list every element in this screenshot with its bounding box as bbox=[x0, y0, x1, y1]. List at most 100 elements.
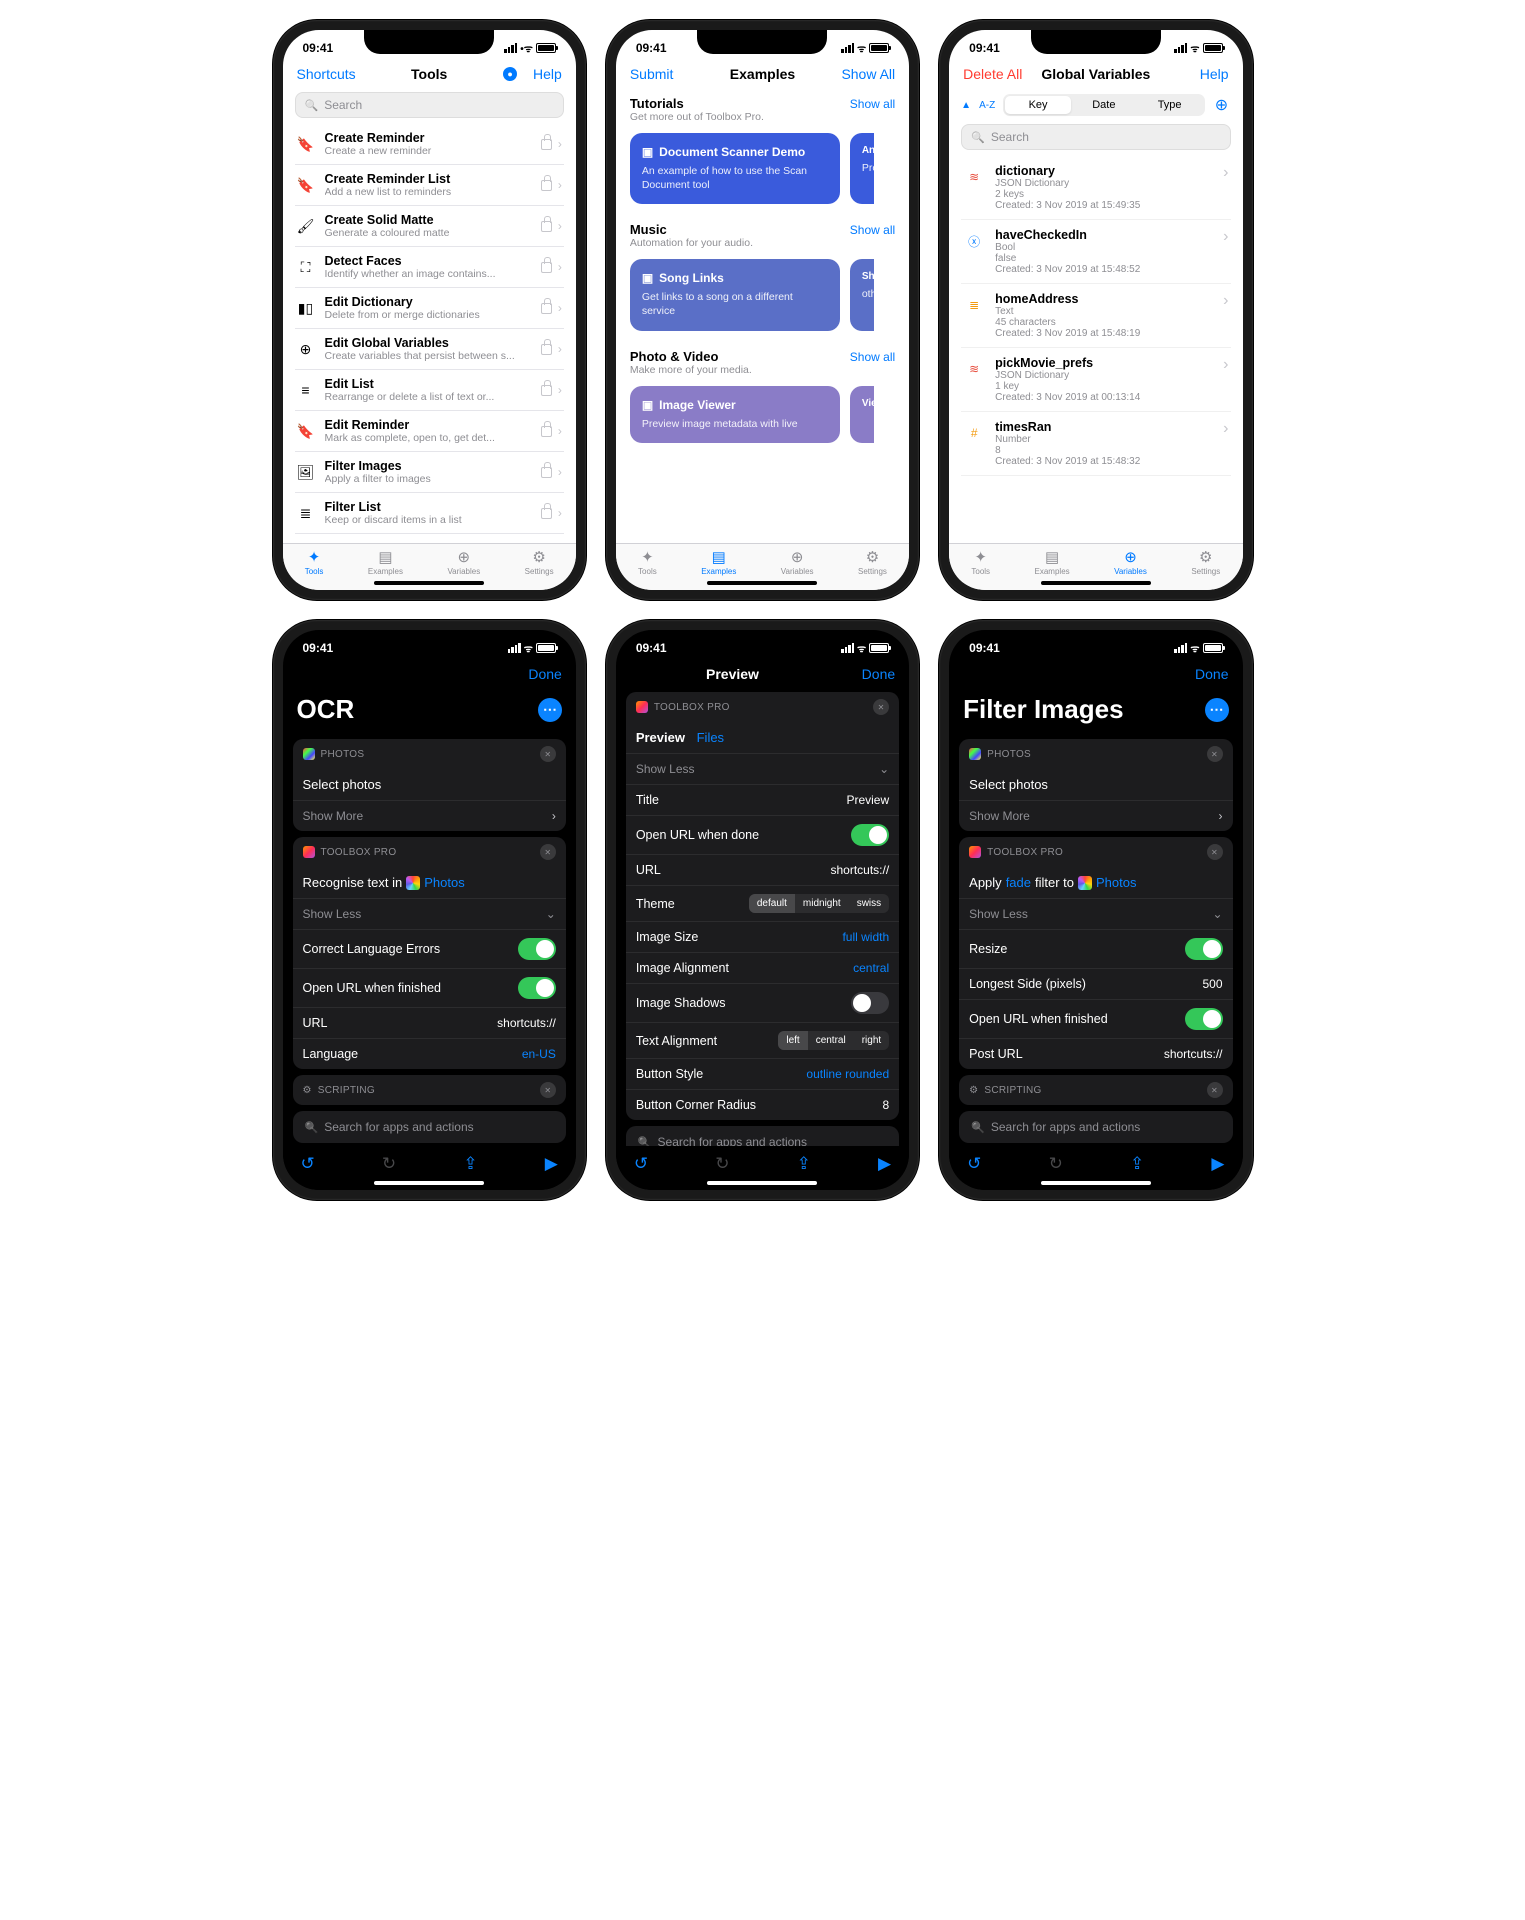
example-card[interactable]: ▣ Song Links Get links to a song on a di… bbox=[630, 259, 840, 330]
show-all-link[interactable]: Show all bbox=[850, 223, 895, 237]
share-icon[interactable]: ⇪ bbox=[797, 1154, 811, 1174]
variable-row[interactable]: ≋ pickMovie_prefsJSON Dictionary1 keyCre… bbox=[961, 348, 1230, 412]
remove-icon[interactable]: ✕ bbox=[540, 746, 556, 762]
variable-row[interactable]: ≋ dictionaryJSON Dictionary2 keysCreated… bbox=[961, 156, 1230, 220]
seg-type[interactable]: Type bbox=[1137, 96, 1203, 114]
remove-icon[interactable]: ✕ bbox=[1207, 746, 1223, 762]
language-row[interactable]: Languageen-US bbox=[293, 1038, 566, 1069]
variable-row[interactable]: ⓧ haveCheckedInBoolfalseCreated: 3 Nov 2… bbox=[961, 220, 1230, 284]
tool-row[interactable]: ≣ Filter ListKeep or discard items in a … bbox=[295, 493, 564, 534]
play-icon[interactable]: ▶ bbox=[1211, 1154, 1224, 1174]
show-less-row[interactable]: Show Less⌄ bbox=[626, 753, 899, 784]
tool-row[interactable]: ⛶ Detect FacesIdentify whether an image … bbox=[295, 247, 564, 288]
share-icon[interactable]: ⇪ bbox=[463, 1154, 477, 1174]
delete-all-button[interactable]: Delete All bbox=[963, 66, 1023, 82]
more-icon[interactable]: ⋯ bbox=[1205, 698, 1229, 722]
tool-row[interactable]: 🔖 Create ReminderCreate a new reminder › bbox=[295, 124, 564, 165]
tab-examples[interactable]: ▤Examples bbox=[368, 548, 403, 576]
recognise-text-action[interactable]: Recognise text in Photos bbox=[293, 867, 566, 898]
share-icon[interactable]: ⇪ bbox=[1130, 1154, 1144, 1174]
show-all-link[interactable]: Show all bbox=[850, 350, 895, 364]
filter-icon[interactable]: ● bbox=[503, 67, 517, 81]
tab-settings[interactable]: ⚙Settings bbox=[525, 548, 554, 576]
search-input[interactable]: Search bbox=[295, 92, 564, 118]
tab-variables[interactable]: ⊕Variables bbox=[781, 548, 814, 576]
tool-row[interactable]: 🖌 Create Solid MatteGenerate a coloured … bbox=[295, 206, 564, 247]
tab-variables[interactable]: ⊕Variables bbox=[1114, 548, 1147, 576]
seg-key[interactable]: Key bbox=[1005, 96, 1071, 114]
tool-row[interactable]: 🖼 Filter ImagesApply a filter to images … bbox=[295, 452, 564, 493]
tab-tools[interactable]: ✦Tools bbox=[971, 548, 990, 576]
example-card[interactable]: ▣ Document Scanner Demo An example of ho… bbox=[630, 133, 840, 204]
example-card-peek[interactable]: Vie bbox=[850, 386, 874, 444]
show-all-button[interactable]: Show All bbox=[835, 66, 895, 82]
show-more-row[interactable]: Show More› bbox=[293, 800, 566, 831]
post-url-row[interactable]: Post URLshortcuts:// bbox=[959, 1038, 1232, 1069]
select-photos-action[interactable]: Select photos bbox=[959, 769, 1232, 800]
example-card[interactable]: ▣ Image Viewer Preview image metadata wi… bbox=[630, 386, 840, 444]
toggle[interactable] bbox=[518, 977, 556, 999]
done-button[interactable]: Done bbox=[502, 666, 562, 682]
longest-side-row[interactable]: Longest Side (pixels)500 bbox=[959, 968, 1232, 999]
image-size-row[interactable]: Image Sizefull width bbox=[626, 921, 899, 952]
sort-icon[interactable]: ▲ bbox=[961, 100, 971, 111]
play-icon[interactable]: ▶ bbox=[545, 1154, 558, 1174]
done-button[interactable]: Done bbox=[1169, 666, 1229, 682]
remove-icon[interactable]: ✕ bbox=[540, 1082, 556, 1098]
apply-filter-action[interactable]: Apply fade filter to Photos bbox=[959, 867, 1232, 898]
shortcuts-button[interactable]: Shortcuts bbox=[297, 66, 357, 82]
show-less-row[interactable]: Show Less⌄ bbox=[293, 898, 566, 929]
button-style-row[interactable]: Button Styleoutline rounded bbox=[626, 1058, 899, 1089]
tab-variables[interactable]: ⊕Variables bbox=[447, 548, 480, 576]
variable-row[interactable]: ≣ homeAddressText45 charactersCreated: 3… bbox=[961, 284, 1230, 348]
image-align-row[interactable]: Image Alignmentcentral bbox=[626, 952, 899, 983]
search-input[interactable]: Search bbox=[961, 124, 1230, 150]
example-card-peek[interactable]: AnPre bbox=[850, 133, 874, 204]
variable-row[interactable]: # timesRanNumber8Created: 3 Nov 2019 at … bbox=[961, 412, 1230, 476]
toggle[interactable] bbox=[518, 938, 556, 960]
tool-row[interactable]: ▮▯ Edit DictionaryDelete from or merge d… bbox=[295, 288, 564, 329]
action-search[interactable]: Search for apps and actions bbox=[293, 1111, 566, 1143]
tab-examples[interactable]: ▤Examples bbox=[1035, 548, 1070, 576]
title-row[interactable]: TitlePreview bbox=[626, 784, 899, 815]
undo-icon[interactable]: ↺ bbox=[967, 1154, 981, 1174]
preview-action[interactable]: Preview Files bbox=[626, 722, 899, 753]
tool-row[interactable]: ⊕ Edit Global VariablesCreate variables … bbox=[295, 329, 564, 370]
action-search[interactable]: Search for apps and actions bbox=[959, 1111, 1232, 1143]
tool-row[interactable]: ≡ Edit ListRearrange or delete a list of… bbox=[295, 370, 564, 411]
select-photos-action[interactable]: Select photos bbox=[293, 769, 566, 800]
toggle[interactable] bbox=[1185, 1008, 1223, 1030]
submit-button[interactable]: Submit bbox=[630, 66, 690, 82]
tab-examples[interactable]: ▤Examples bbox=[701, 548, 736, 576]
toggle[interactable] bbox=[851, 992, 889, 1014]
remove-icon[interactable]: ✕ bbox=[1207, 1082, 1223, 1098]
done-button[interactable]: Done bbox=[835, 666, 895, 682]
tab-settings[interactable]: ⚙Settings bbox=[1191, 548, 1220, 576]
url-row[interactable]: URLshortcuts:// bbox=[293, 1007, 566, 1038]
remove-icon[interactable]: ✕ bbox=[1207, 844, 1223, 860]
action-search[interactable]: Search for apps and actions bbox=[626, 1126, 899, 1146]
undo-icon[interactable]: ↺ bbox=[301, 1154, 315, 1174]
more-icon[interactable]: ⋯ bbox=[538, 698, 562, 722]
add-button[interactable]: ⊕ bbox=[1213, 95, 1231, 115]
button-radius-row[interactable]: Button Corner Radius8 bbox=[626, 1089, 899, 1120]
undo-icon[interactable]: ↺ bbox=[634, 1154, 648, 1174]
toggle[interactable] bbox=[1185, 938, 1223, 960]
sort-segments[interactable]: Key Date Type bbox=[1003, 94, 1204, 116]
toggle[interactable] bbox=[851, 824, 889, 846]
seg-date[interactable]: Date bbox=[1071, 96, 1137, 114]
tab-settings[interactable]: ⚙Settings bbox=[858, 548, 887, 576]
text-align-segments[interactable]: leftcentralright bbox=[778, 1031, 889, 1050]
help-button[interactable]: ● Help bbox=[502, 66, 562, 82]
remove-icon[interactable]: ✕ bbox=[540, 844, 556, 860]
tool-row[interactable]: 🔖 Create Reminder ListAdd a new list to … bbox=[295, 165, 564, 206]
show-more-row[interactable]: Show More› bbox=[959, 800, 1232, 831]
help-button[interactable]: Help bbox=[1169, 66, 1229, 82]
play-icon[interactable]: ▶ bbox=[878, 1154, 891, 1174]
show-less-row[interactable]: Show Less⌄ bbox=[959, 898, 1232, 929]
tool-row[interactable]: 🔖 Edit ReminderMark as complete, open to… bbox=[295, 411, 564, 452]
theme-segments[interactable]: defaultmidnightswiss bbox=[749, 894, 889, 913]
example-card-peek[interactable]: Shoth bbox=[850, 259, 874, 330]
remove-icon[interactable]: ✕ bbox=[873, 699, 889, 715]
url-row[interactable]: URLshortcuts:// bbox=[626, 854, 899, 885]
